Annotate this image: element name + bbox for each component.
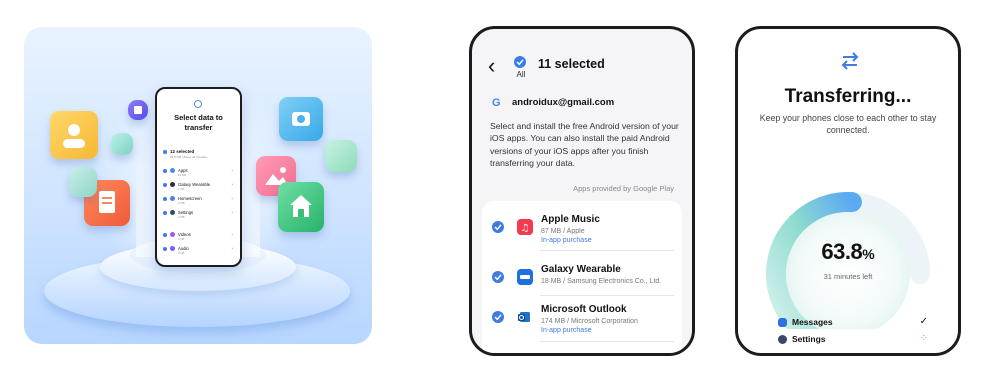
page-title: Transferring... bbox=[784, 86, 912, 107]
chevron-right-icon: › bbox=[231, 246, 233, 252]
selected-size: 24.5 GB / About 49 minutes bbox=[170, 155, 207, 159]
chevron-right-icon: › bbox=[231, 232, 233, 238]
list-item[interactable]: Microsoft Outlook 174 MB / Microsoft Cor… bbox=[482, 297, 682, 337]
provided-by: Apps provided by Google Play bbox=[573, 184, 674, 193]
list-item: Videos 4 GB › bbox=[163, 230, 235, 244]
divider bbox=[540, 295, 674, 296]
app-meta: 18 MB / Samsung Electronics Co., Ltd. bbox=[541, 278, 662, 285]
app-note: In-app purchase bbox=[541, 237, 592, 244]
chevron-right-icon: › bbox=[231, 210, 233, 216]
item-sub: 2 GB bbox=[178, 187, 185, 191]
settings-icon bbox=[778, 335, 787, 344]
audio-icon bbox=[170, 246, 175, 251]
radio-icon bbox=[163, 247, 167, 251]
item-sub: 4 GB bbox=[178, 237, 185, 241]
list-item: Settings 2 MB › bbox=[163, 208, 235, 222]
settings-icon bbox=[170, 210, 175, 215]
list-item[interactable]: ♫ Apple Music 87 MB / Apple In-app purch… bbox=[482, 207, 682, 247]
selected-count: 12 selected bbox=[170, 149, 195, 154]
select-check-icon bbox=[194, 100, 202, 108]
item-label: Settings bbox=[792, 334, 826, 344]
chevron-left-icon[interactable]: ‹ bbox=[488, 55, 495, 77]
radio-icon bbox=[163, 183, 167, 187]
google-icon: G bbox=[492, 97, 501, 109]
small-purple-tile-icon bbox=[128, 100, 148, 120]
radio-icon bbox=[163, 233, 167, 237]
app-note: In-app purchase bbox=[541, 327, 592, 334]
chevron-right-icon: › bbox=[231, 196, 233, 202]
chevron-right-icon: › bbox=[231, 182, 233, 188]
teal-tile-icon bbox=[69, 167, 97, 197]
app-name: Apple Music bbox=[541, 214, 600, 225]
transfer-arrows-icon bbox=[841, 52, 859, 70]
time-left: 31 minutes left bbox=[823, 272, 873, 281]
list-item: Settings ⁘ bbox=[778, 333, 928, 348]
title-line: transfer bbox=[184, 123, 213, 132]
item-sub: 2 MB bbox=[178, 201, 185, 205]
apple-music-icon: ♫ bbox=[517, 219, 533, 235]
item-sub: 12 GB bbox=[178, 173, 186, 177]
camera-tile-icon bbox=[279, 97, 323, 141]
list-item[interactable]: Galaxy Wearable 18 MB / Samsung Electron… bbox=[482, 257, 682, 297]
select-all-checkbox[interactable] bbox=[514, 56, 526, 68]
illustration-panel: Select data to transfer 12 selected 24.5… bbox=[24, 27, 372, 344]
galaxy-wearable-icon bbox=[517, 269, 533, 285]
app-selection-screen: ‹ All 11 selected G androidux@gmail.com … bbox=[469, 26, 695, 356]
title-line: Select data to bbox=[174, 113, 223, 122]
list-item: Homescreen 2 MB › bbox=[163, 194, 235, 208]
illustration-phone: Select data to transfer 12 selected 24.5… bbox=[155, 87, 242, 267]
radio-icon bbox=[163, 150, 167, 154]
app-name: Microsoft Outlook bbox=[541, 304, 627, 315]
check-icon bbox=[516, 59, 524, 66]
transfer-screen: Transferring... Keep your phones close t… bbox=[735, 26, 961, 356]
homescreen-icon bbox=[170, 196, 175, 201]
item-sub: 2 GB bbox=[178, 251, 185, 255]
check-icon bbox=[494, 274, 502, 281]
page-title: 11 selected bbox=[538, 57, 605, 71]
green-tile-icon bbox=[325, 140, 357, 172]
percent-value: 63.8 bbox=[821, 239, 863, 264]
list-item: Audio 2 GB › bbox=[163, 244, 235, 258]
apps-list: ♫ Apple Music 87 MB / Apple In-app purch… bbox=[482, 201, 682, 353]
radio-icon bbox=[163, 169, 167, 173]
apps-icon bbox=[170, 168, 175, 173]
percent-sign: % bbox=[862, 246, 875, 262]
check-icon bbox=[494, 314, 502, 321]
loading-dots-icon: ⁘ bbox=[919, 333, 928, 344]
wearable-icon bbox=[170, 182, 175, 187]
list-item: Galaxy Wearable 2 GB › bbox=[163, 180, 235, 194]
check-icon bbox=[494, 224, 502, 231]
contacts-tile-icon bbox=[50, 111, 98, 159]
svg-text:♫: ♫ bbox=[521, 223, 530, 234]
list-item: Apps 12 GB › bbox=[163, 166, 235, 180]
progress-percent: 63.8% bbox=[738, 239, 958, 265]
divider bbox=[540, 250, 674, 251]
mint-tile-icon bbox=[111, 133, 133, 155]
microsoft-outlook-icon bbox=[517, 309, 533, 325]
select-all-label: All bbox=[516, 70, 526, 79]
app-name: Galaxy Wearable bbox=[541, 264, 621, 275]
app-checkbox[interactable] bbox=[492, 271, 504, 283]
app-meta: 87 MB / Apple bbox=[541, 228, 585, 235]
item-label: Messages bbox=[792, 317, 833, 327]
radio-icon bbox=[163, 197, 167, 201]
illustration-phone-title: Select data to transfer bbox=[157, 113, 240, 133]
home-tile-icon bbox=[278, 182, 324, 232]
chevron-right-icon: › bbox=[231, 168, 233, 174]
description: Select and install the free Android vers… bbox=[490, 121, 679, 168]
subtitle: Keep your phones close to each other to … bbox=[759, 113, 937, 135]
videos-icon bbox=[170, 232, 175, 237]
illustration-data-list: Apps 12 GB › Galaxy Wearable 2 GB › Homescre… bbox=[163, 166, 235, 258]
app-checkbox[interactable] bbox=[492, 221, 504, 233]
messages-icon bbox=[778, 318, 787, 327]
account-email: androidux@gmail.com bbox=[512, 97, 615, 108]
divider bbox=[540, 341, 674, 342]
app-checkbox[interactable] bbox=[492, 311, 504, 323]
list-item: Messages ✓ bbox=[778, 316, 928, 331]
app-meta: 174 MB / Microsoft Corporation bbox=[541, 318, 638, 325]
check-icon: ✓ bbox=[919, 316, 928, 327]
item-sub: 2 MB bbox=[178, 215, 185, 219]
radio-icon bbox=[163, 211, 167, 215]
